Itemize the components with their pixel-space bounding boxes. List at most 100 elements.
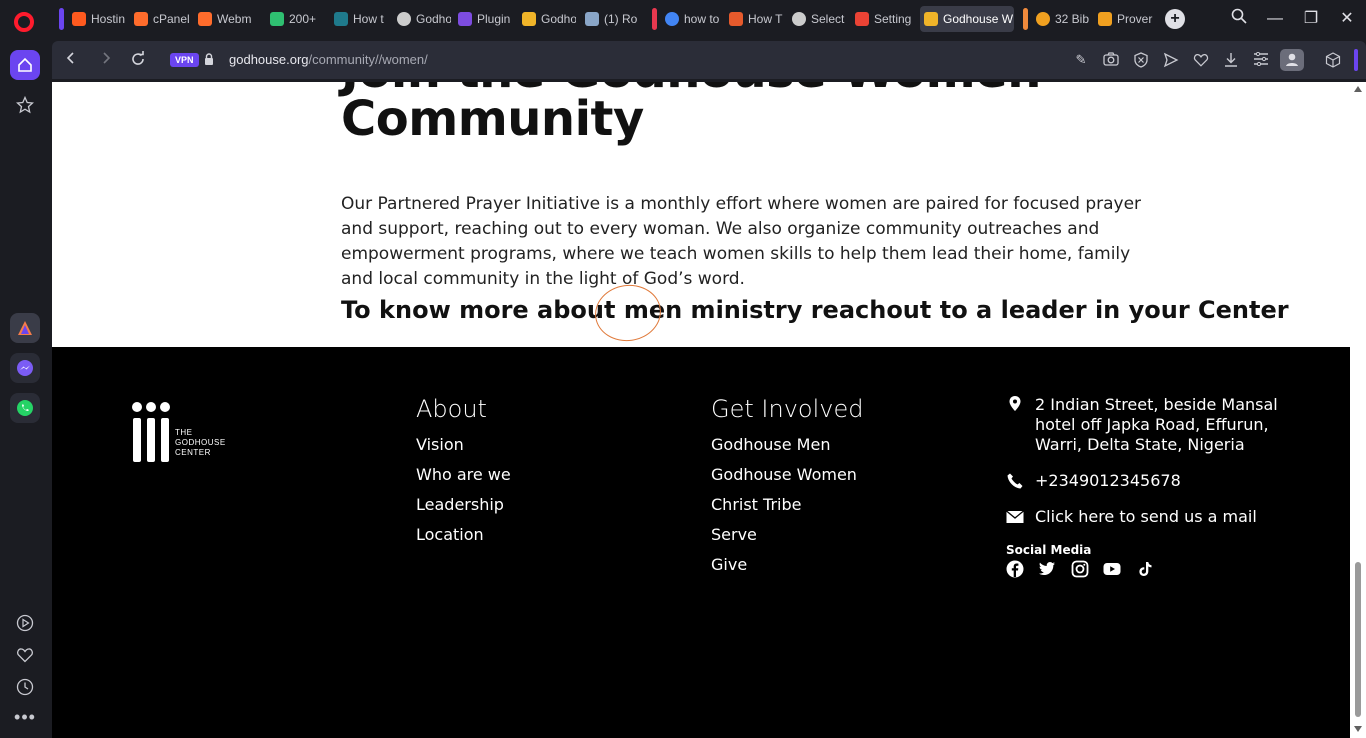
vpn-badge[interactable]: VPN — [170, 53, 199, 67]
star-icon[interactable] — [10, 90, 40, 120]
logo-dot — [160, 402, 170, 412]
tab-how-to-2[interactable]: How T — [725, 6, 785, 32]
logo-dot — [132, 402, 142, 412]
footer-link-godhouse-women[interactable]: Godhouse Women — [711, 465, 857, 484]
search-tabs-icon[interactable] — [1228, 8, 1250, 30]
tab-select[interactable]: Select — [788, 6, 848, 32]
tab-google-search[interactable]: how to — [661, 6, 723, 32]
tab-gmail-settings[interactable]: Setting — [851, 6, 913, 32]
close-window-button[interactable]: ✕ — [1336, 8, 1358, 30]
twitter-icon[interactable] — [1038, 560, 1056, 578]
minimize-button[interactable]: — — [1264, 8, 1286, 30]
tab-cpanel[interactable]: cPanel — [130, 6, 190, 32]
phone-number[interactable]: +2349012345678 — [1035, 471, 1181, 491]
footer-link-serve[interactable]: Serve — [711, 525, 757, 544]
tab-favicon-icon — [198, 12, 212, 26]
footer-link-vision[interactable]: Vision — [416, 435, 464, 454]
footer-link-godhouse-men[interactable]: Godhouse Men — [711, 435, 830, 454]
heart-bookmark-icon[interactable] — [1193, 52, 1209, 68]
tab-bible[interactable]: 32 Bib — [1032, 6, 1092, 32]
social-media-title: Social Media — [1006, 543, 1092, 557]
heart-icon[interactable] — [10, 640, 40, 670]
opera-logo-icon[interactable] — [14, 12, 34, 32]
reload-icon[interactable] — [129, 51, 147, 69]
tab-px[interactable]: 200+ — [266, 6, 326, 32]
tab-godhouse-2[interactable]: Godho — [518, 6, 576, 32]
easy-setup-icon[interactable] — [1253, 51, 1269, 68]
extensions-cube-icon[interactable] — [1325, 52, 1341, 68]
logo-bar — [147, 418, 155, 462]
messenger-icon[interactable] — [10, 353, 40, 383]
new-tab-button[interactable]: + — [1165, 9, 1185, 29]
globe-icon — [397, 12, 411, 26]
page-heading: Community — [341, 91, 644, 147]
tab-reddit[interactable]: (1) Ro — [581, 6, 641, 32]
sidebar: ••• — [0, 38, 50, 738]
about-title: About — [416, 395, 487, 423]
google-icon — [665, 12, 679, 26]
url-field[interactable]: godhouse.org/community//women/ — [229, 52, 428, 67]
tab-proverbs[interactable]: Prover — [1094, 6, 1154, 32]
tab-favicon-icon — [924, 12, 938, 26]
logo-text: THE GODHOUSE CENTER — [175, 428, 226, 457]
sidebar-accent-bar — [1354, 49, 1358, 71]
scroll-thumb[interactable] — [1355, 562, 1361, 717]
tab-favicon-icon — [334, 12, 348, 26]
gmail-icon — [855, 12, 869, 26]
globe-icon — [792, 12, 806, 26]
page-scrollbar[interactable] — [1350, 82, 1366, 738]
home-icon[interactable] — [10, 50, 40, 80]
whatsapp-icon[interactable] — [10, 393, 40, 423]
tab-how-to-1[interactable]: How t — [330, 6, 390, 32]
scroll-down-arrow-icon[interactable] — [1354, 726, 1362, 732]
page-viewport: Join the Godhouse Women Community Our Pa… — [52, 82, 1366, 738]
godhouse-logo[interactable]: THE GODHOUSE CENTER — [132, 400, 242, 462]
back-icon[interactable] — [62, 51, 80, 69]
scroll-up-arrow-icon[interactable] — [1354, 86, 1362, 92]
tab-hosting[interactable]: Hostin — [68, 6, 128, 32]
tab-favicon-icon — [729, 12, 743, 26]
footer-link-give[interactable]: Give — [711, 555, 747, 574]
url-domain: godhouse.org — [229, 52, 309, 67]
mail-icon — [1006, 510, 1024, 523]
url-path: /community//women/ — [308, 52, 428, 67]
send-icon[interactable] — [1163, 52, 1179, 68]
tab-group-accent — [59, 8, 64, 30]
location-pin-icon — [1009, 396, 1021, 411]
profile-avatar-icon[interactable] — [1280, 49, 1304, 71]
tab-godhouse-1[interactable]: Godho — [393, 6, 451, 32]
phone-icon — [1007, 473, 1023, 489]
mail-link[interactable]: Click here to send us a mail — [1035, 507, 1257, 527]
description-paragraph: Our Partnered Prayer Initiative is a mon… — [341, 194, 1142, 289]
history-clock-icon[interactable] — [10, 672, 40, 702]
edit-icon[interactable]: ✎ — [1073, 52, 1089, 68]
tab-plugin[interactable]: Plugin — [454, 6, 514, 32]
facebook-icon[interactable] — [1006, 560, 1024, 578]
restore-button[interactable]: ❐ — [1300, 8, 1322, 30]
tab-favicon-icon — [1036, 12, 1050, 26]
shield-icon[interactable] — [1133, 52, 1149, 68]
footer-link-leadership[interactable]: Leadership — [416, 495, 504, 514]
download-icon[interactable] — [1223, 52, 1239, 68]
forward-icon[interactable] — [97, 51, 115, 69]
tab-group-accent — [652, 8, 657, 30]
lock-icon[interactable] — [204, 53, 214, 65]
logo-dot — [146, 402, 156, 412]
tab-favicon-icon — [1098, 12, 1112, 26]
tab-favicon-icon — [72, 12, 86, 26]
footer-link-location[interactable]: Location — [416, 525, 484, 544]
youtube-icon[interactable] — [1103, 560, 1121, 578]
player-icon[interactable] — [10, 608, 40, 638]
tiktok-icon[interactable] — [1136, 560, 1154, 578]
camera-icon[interactable] — [1103, 52, 1119, 68]
tab-godhouse-women-active[interactable]: Godhouse W — [920, 6, 1014, 32]
instagram-icon[interactable] — [1071, 560, 1089, 578]
tab-favicon-icon — [134, 12, 148, 26]
tab-favicon-icon — [270, 12, 284, 26]
footer-link-who-are-we[interactable]: Who are we — [416, 465, 511, 484]
footer-link-christ-tribe[interactable]: Christ Tribe — [711, 495, 801, 514]
aria-ai-icon[interactable] — [10, 313, 40, 343]
tab-webmail[interactable]: Webm — [194, 6, 254, 32]
tab-favicon-icon — [458, 12, 472, 26]
more-icon[interactable]: ••• — [10, 702, 40, 732]
